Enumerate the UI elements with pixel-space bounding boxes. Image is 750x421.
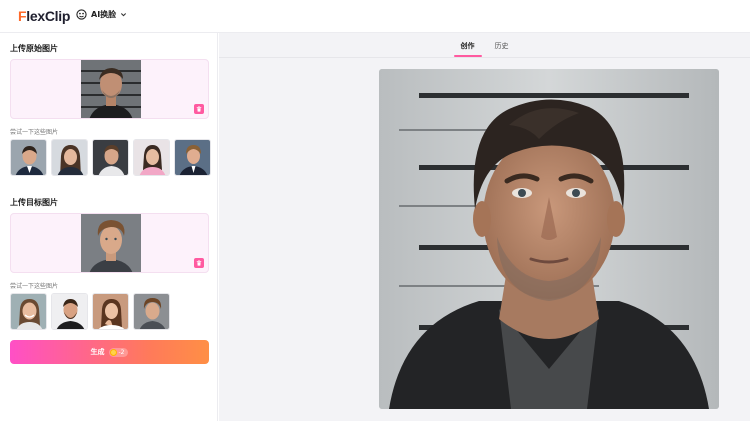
sample-thumbnail[interactable] [174, 139, 211, 176]
source-title: 上传原始图片 [10, 44, 58, 53]
target-photo [81, 214, 141, 272]
left-panel: 上传原始图片 尝试一下这些图片 上传目标图片 尝试一下这些图片 生成 -2 [0, 33, 218, 421]
result-panel: 创作 历史 [219, 33, 750, 421]
target-delete-button[interactable] [194, 258, 204, 268]
sample-thumbnail[interactable] [10, 139, 47, 176]
face-swap-icon [76, 9, 87, 20]
source-hint: 尝试一下这些图片 [10, 129, 59, 136]
coin-icon [109, 348, 117, 356]
sample-thumbnail[interactable] [51, 293, 88, 330]
credit-cost: -2 [118, 348, 125, 356]
tab-bar: 创作 历史 [219, 33, 750, 57]
target-hint: 尝试一下这些图片 [10, 283, 59, 290]
target-upload-box[interactable] [10, 213, 209, 273]
sample-thumbnail[interactable] [51, 139, 88, 176]
source-sample-thumbnails [10, 139, 211, 176]
trash-icon [196, 260, 202, 266]
target-title: 上传目标图片 [10, 198, 58, 207]
generate-label: 生成 [90, 348, 105, 356]
tab-create[interactable]: 创作 [453, 33, 482, 57]
tab-history[interactable]: 历史 [495, 33, 509, 57]
result-image [379, 69, 719, 409]
logo-rest: lexClip [26, 8, 71, 24]
top-bar: FlexClip AI换脸 [0, 0, 750, 33]
generate-button[interactable]: 生成 -2 [10, 340, 209, 364]
sample-thumbnail[interactable] [92, 139, 129, 176]
credit-cost-badge: -2 [108, 347, 129, 357]
source-photo [81, 60, 141, 118]
flexclip-logo[interactable]: FlexClip [18, 8, 70, 24]
source-upload-box[interactable] [10, 59, 209, 119]
sample-thumbnail[interactable] [133, 139, 170, 176]
tool-selector-label: AI换脸 [91, 10, 117, 19]
target-sample-thumbnails [10, 293, 170, 330]
tool-selector[interactable]: AI换脸 [76, 9, 127, 20]
trash-icon [196, 106, 202, 112]
tab-divider [219, 57, 750, 58]
sample-thumbnail[interactable] [92, 293, 129, 330]
chevron-down-icon [120, 11, 127, 18]
source-delete-button[interactable] [194, 104, 204, 114]
sample-thumbnail[interactable] [133, 293, 170, 330]
sample-thumbnail[interactable] [10, 293, 47, 330]
